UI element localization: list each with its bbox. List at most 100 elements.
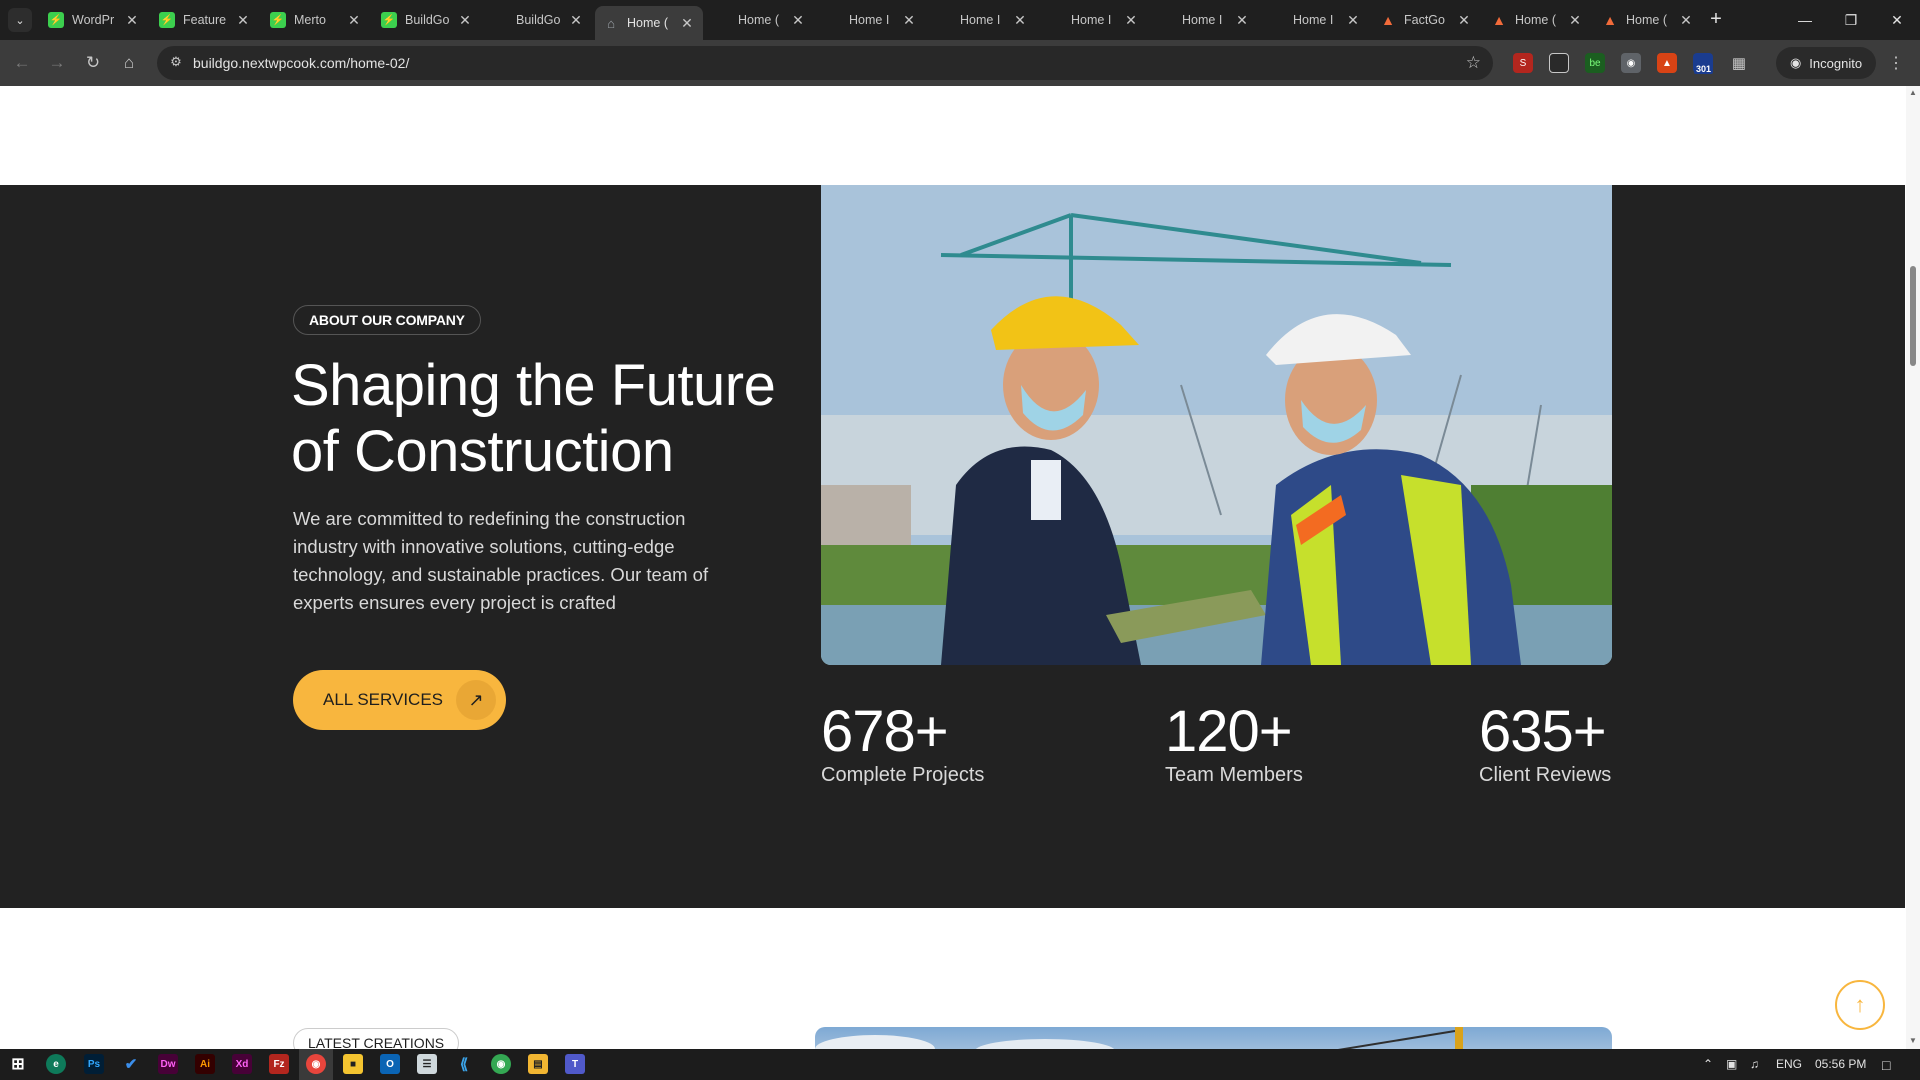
close-icon[interactable]: ✕ bbox=[1012, 12, 1028, 29]
dreamweaver-icon[interactable]: Dw bbox=[158, 1054, 178, 1074]
chrome-icon[interactable]: ◉ bbox=[306, 1054, 326, 1074]
reload-icon[interactable]: ↻ bbox=[80, 50, 106, 76]
close-icon[interactable]: ✕ bbox=[568, 12, 584, 29]
extension-window-icon[interactable] bbox=[1549, 53, 1569, 73]
scroll-up-arrow-icon[interactable]: ▲ bbox=[1909, 88, 1917, 97]
incognito-indicator[interactable]: ◉ Incognito bbox=[1776, 47, 1876, 79]
stat-label: Complete Projects bbox=[821, 764, 985, 786]
blank-favicon-icon bbox=[492, 12, 508, 28]
back-to-top-arrow-icon[interactable]: ↑ bbox=[1835, 980, 1885, 1030]
volume-icon[interactable]: ♫ bbox=[1750, 1057, 1759, 1071]
close-icon[interactable]: ✕ bbox=[901, 12, 917, 29]
language-indicator[interactable]: ENG bbox=[1776, 1057, 1802, 1071]
all-services-button[interactable]: ALL SERVICES ↗ bbox=[293, 670, 506, 730]
incognito-icon: ◉ bbox=[1789, 55, 1802, 70]
all-services-label: ALL SERVICES bbox=[323, 690, 444, 709]
tab-title: Feature bbox=[183, 13, 227, 27]
chrome-secondary-icon[interactable]: ◉ bbox=[491, 1054, 511, 1074]
illustrator-icon[interactable]: Ai bbox=[195, 1054, 215, 1074]
tab-title: Home ( bbox=[627, 16, 668, 30]
vscode-icon[interactable]: ⟪ bbox=[454, 1054, 474, 1074]
back-arrow-icon[interactable]: ← bbox=[9, 50, 35, 76]
tab-search-chevron-icon[interactable]: ⌄ bbox=[8, 8, 32, 32]
browser-tab[interactable]: BuildGo ✕ bbox=[484, 6, 592, 34]
latest-creations-photo bbox=[815, 1027, 1612, 1049]
notification-icon[interactable]: □ bbox=[1882, 1057, 1890, 1073]
xd-icon[interactable]: Xd bbox=[232, 1054, 252, 1074]
home-icon[interactable]: ⌂ bbox=[116, 50, 142, 76]
close-icon[interactable]: ✕ bbox=[1678, 12, 1694, 29]
browser-tab[interactable]: ⚡ WordPr ✕ bbox=[40, 6, 148, 34]
tab-title: Home I bbox=[1182, 13, 1223, 27]
green-app-icon: ⚡ bbox=[159, 12, 175, 28]
browser-tab[interactable]: Home I ✕ bbox=[1150, 6, 1258, 34]
browser-tab[interactable]: Home I ✕ bbox=[1261, 6, 1369, 34]
minimize-icon[interactable]: — bbox=[1782, 0, 1828, 40]
tab-title: Home I bbox=[1293, 13, 1334, 27]
close-icon[interactable]: ✕ bbox=[1345, 12, 1361, 29]
windows-start-icon[interactable]: ⊞ bbox=[8, 1054, 28, 1074]
browser-tab[interactable]: Home I ✕ bbox=[1039, 6, 1147, 34]
extension-red-icon[interactable]: S bbox=[1513, 53, 1533, 73]
stat-label: Client Reviews bbox=[1479, 764, 1612, 786]
close-icon[interactable]: ✕ bbox=[1123, 12, 1139, 29]
browser-tab-active[interactable]: ⌂ Home ( ✕ bbox=[595, 6, 703, 40]
menu-kebab-icon[interactable]: ⋮ bbox=[1888, 53, 1904, 73]
browser-tab[interactable]: Home I ✕ bbox=[928, 6, 1036, 34]
close-icon[interactable]: ✕ bbox=[346, 12, 362, 29]
tray-chevron-icon[interactable]: ⌃ bbox=[1703, 1057, 1713, 1071]
sticky-notes-icon[interactable]: ■ bbox=[343, 1054, 363, 1074]
photo-illustration bbox=[821, 185, 1612, 665]
browser-tab[interactable]: ▲ Home ( ✕ bbox=[1483, 6, 1591, 34]
close-icon[interactable]: ✕ bbox=[1567, 12, 1583, 29]
extension-green-icon[interactable]: be bbox=[1585, 53, 1605, 73]
new-tab-plus-icon[interactable]: + bbox=[1704, 8, 1728, 32]
photoshop-icon[interactable]: Ps bbox=[84, 1054, 104, 1074]
filezilla-icon[interactable]: Fz bbox=[269, 1054, 289, 1074]
forward-arrow-icon[interactable]: → bbox=[44, 50, 70, 76]
latest-photo-illustration bbox=[815, 1027, 1463, 1049]
browser-tab[interactable]: Home ( ✕ bbox=[706, 6, 814, 34]
clock[interactable]: 05:56 PM bbox=[1815, 1057, 1866, 1071]
teams-icon[interactable]: T bbox=[565, 1054, 585, 1074]
scrollbar-thumb[interactable] bbox=[1910, 266, 1916, 366]
bookmark-star-icon[interactable]: ☆ bbox=[1466, 53, 1481, 73]
notepad-icon[interactable]: ☰ bbox=[417, 1054, 437, 1074]
network-icon[interactable]: ▣ bbox=[1726, 1057, 1737, 1071]
tab-title: Home I bbox=[849, 13, 890, 27]
about-headline: Shaping the Future of Construction bbox=[291, 353, 811, 485]
orange-logo-icon: ▲ bbox=[1492, 12, 1506, 28]
extension-flame-icon[interactable]: ▲ bbox=[1657, 53, 1677, 73]
browser-tab[interactable]: Home I ✕ bbox=[817, 6, 925, 34]
outlook-icon[interactable]: O bbox=[380, 1054, 400, 1074]
edge-icon[interactable]: e bbox=[46, 1054, 66, 1074]
close-icon[interactable]: ✕ bbox=[1456, 12, 1472, 29]
browser-tab[interactable]: ⚡ BuildGo ✕ bbox=[373, 6, 481, 34]
close-icon[interactable]: ✕ bbox=[124, 12, 140, 29]
browser-tab[interactable]: ⚡ Merto ✕ bbox=[262, 6, 370, 34]
extension-count-badge: 301 bbox=[1694, 64, 1714, 74]
scroll-down-arrow-icon[interactable]: ▼ bbox=[1909, 1036, 1917, 1045]
browser-tab[interactable]: ▲ Home ( ✕ bbox=[1594, 6, 1702, 34]
page-scrollbar[interactable]: ▲ ▼ bbox=[1906, 86, 1920, 1049]
checkmark-app-icon[interactable]: ✔ bbox=[121, 1054, 141, 1074]
restore-icon[interactable]: ❐ bbox=[1828, 0, 1874, 40]
address-bar[interactable]: ⚙ buildgo.nextwpcook.com/home-02/ ☆ bbox=[157, 46, 1493, 80]
stat-client-reviews: 635+ Client Reviews bbox=[1479, 700, 1611, 787]
browser-tab[interactable]: ⚡ Feature ✕ bbox=[151, 6, 259, 34]
home-icon: ⌂ bbox=[607, 15, 615, 31]
close-icon[interactable]: ✕ bbox=[679, 15, 695, 32]
tab-title: BuildGo bbox=[516, 13, 561, 27]
camera-icon[interactable]: ◉ bbox=[1621, 53, 1641, 73]
close-icon[interactable]: ✕ bbox=[457, 12, 473, 29]
tab-title: Home I bbox=[1071, 13, 1112, 27]
window-close-icon[interactable]: ✕ bbox=[1874, 0, 1920, 40]
url-text[interactable]: buildgo.nextwpcook.com/home-02/ bbox=[193, 55, 409, 71]
close-icon[interactable]: ✕ bbox=[1234, 12, 1250, 29]
site-info-icon[interactable]: ⚙ bbox=[167, 54, 185, 72]
file-explorer-icon[interactable]: ▤ bbox=[528, 1054, 548, 1074]
puzzle-extensions-icon[interactable]: ▦ bbox=[1729, 53, 1749, 73]
close-icon[interactable]: ✕ bbox=[790, 12, 806, 29]
close-icon[interactable]: ✕ bbox=[235, 12, 251, 29]
browser-tab[interactable]: ▲ FactGo ✕ bbox=[1372, 6, 1480, 34]
